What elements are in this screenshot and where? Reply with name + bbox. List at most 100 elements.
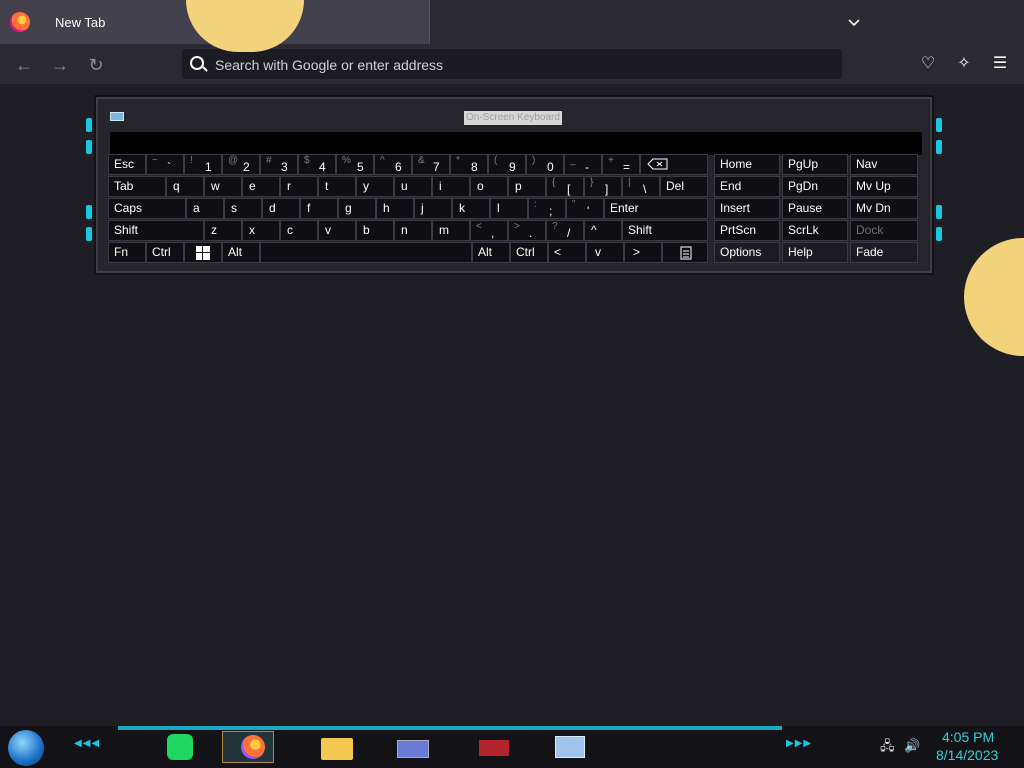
volume-icon[interactable]: 🔊 [904,738,920,753]
key-up-arrow[interactable]: ^ [584,220,622,241]
key-r[interactable]: r [280,176,318,197]
pocket-icon[interactable]: ♡ [918,54,938,74]
key-o[interactable]: o [470,176,508,197]
key-i[interactable]: i [432,176,470,197]
key-backtick[interactable]: ~ ` [146,154,184,175]
key-left-arrow[interactable]: < [548,242,586,263]
key-esc[interactable]: Esc [108,154,146,175]
key-space[interactable] [260,242,472,263]
key-comma[interactable]: <, [470,220,508,241]
chevron-down-icon[interactable] [846,14,862,30]
key-semicolon[interactable]: :; [528,198,566,219]
key-5[interactable]: % 5 [336,154,374,175]
key-help[interactable]: Help [782,242,848,263]
key-home[interactable]: Home [714,154,780,175]
key-j[interactable]: j [414,198,452,219]
network-icon[interactable]: 🖧 [880,738,895,753]
key-m[interactable]: m [432,220,470,241]
key-equals[interactable]: + = [602,154,640,175]
key-slash[interactable]: ? / [546,220,584,241]
key-dock[interactable]: Dock [850,220,918,241]
key-backslash[interactable]: | \ [622,176,660,197]
start-button[interactable] [8,730,44,766]
back-icon[interactable]: ← [13,54,35,76]
key-windows[interactable] [184,242,222,263]
key-tab[interactable]: Tab [108,176,166,197]
key-enter[interactable]: Enter [604,198,708,219]
key-d[interactable]: d [262,198,300,219]
key-right-arrow[interactable]: > [624,242,662,263]
key-h[interactable]: h [376,198,414,219]
key-left-bracket[interactable]: {[ [546,176,584,197]
taskbar-file-explorer[interactable] [312,731,364,763]
key-f[interactable]: f [300,198,338,219]
key-end[interactable]: End [714,176,780,197]
key-t[interactable]: t [318,176,356,197]
key-down-arrow[interactable]: v [586,242,624,263]
address-bar[interactable]: Search with Google or enter address [182,49,842,79]
key-backspace[interactable] [640,154,708,175]
key-4[interactable]: $4 [298,154,336,175]
key-fade[interactable]: Fade [850,242,918,263]
taskbar-on-screen-keyboard[interactable] [544,731,596,763]
key-v[interactable]: v [318,220,356,241]
key-mv-up[interactable]: Mv Up [850,176,918,197]
taskbar-firefox[interactable] [222,731,274,763]
key-q[interactable]: q [166,176,204,197]
key-k[interactable]: k [452,198,490,219]
extensions-icon[interactable]: ✧ [954,54,974,74]
key-a[interactable]: a [186,198,224,219]
key-mv-dn[interactable]: Mv Dn [850,198,918,219]
key-ctrl-right[interactable]: Ctrl [510,242,548,263]
key-0[interactable]: ) 0 [526,154,564,175]
key-nav[interactable]: Nav [850,154,918,175]
key-options[interactable]: Options [714,242,780,263]
key-1[interactable]: ! 1 [184,154,222,175]
key-3[interactable]: #3 [260,154,298,175]
key-shift-right[interactable]: Shift [622,220,708,241]
key-p[interactable]: p [508,176,546,197]
key-n[interactable]: n [394,220,432,241]
key-quote[interactable]: " ' [566,198,604,219]
key-6[interactable]: ^ 6 [374,154,412,175]
key-right-bracket[interactable]: }] [584,176,622,197]
taskbar-app[interactable] [388,731,440,763]
key-g[interactable]: g [338,198,376,219]
key-c[interactable]: c [280,220,318,241]
key-b[interactable]: b [356,220,394,241]
key-pause[interactable]: Pause [782,198,848,219]
key-x[interactable]: x [242,220,280,241]
clock-date[interactable]: 8/14/2023 [936,747,998,763]
menu-icon[interactable]: ☰ [990,54,1010,74]
key-period[interactable]: >. [508,220,546,241]
key-7[interactable]: & 7 [412,154,450,175]
key-z[interactable]: z [204,220,242,241]
key-menu[interactable] [662,242,708,263]
key-2[interactable]: @2 [222,154,260,175]
key-caps[interactable]: Caps [108,198,186,219]
taskbar-app-2[interactable] [468,731,520,763]
key-del[interactable]: Del [660,176,708,197]
key-e[interactable]: e [242,176,280,197]
key-l[interactable]: l [490,198,528,219]
key-pgdn[interactable]: PgDn [782,176,848,197]
key-insert[interactable]: Insert [714,198,780,219]
taskbar-spotify[interactable] [160,731,212,763]
key-prtscn[interactable]: PrtScn [714,220,780,241]
key-scrlk[interactable]: ScrLk [782,220,848,241]
key-8[interactable]: * 8 [450,154,488,175]
key-s[interactable]: s [224,198,262,219]
key-y[interactable]: y [356,176,394,197]
key-w[interactable]: w [204,176,242,197]
key-shift-left[interactable]: Shift [108,220,204,241]
key-alt-right[interactable]: Alt [472,242,510,263]
key-u[interactable]: u [394,176,432,197]
forward-icon[interactable]: → [49,54,71,76]
key-alt-left[interactable]: Alt [222,242,260,263]
key-ctrl-left[interactable]: Ctrl [146,242,184,263]
key-9[interactable]: (9 [488,154,526,175]
key-fn[interactable]: Fn [108,242,146,263]
key-minus[interactable]: _ - [564,154,602,175]
reload-icon[interactable]: ↻ [85,54,107,76]
clock-time[interactable]: 4:05 PM [942,729,994,745]
